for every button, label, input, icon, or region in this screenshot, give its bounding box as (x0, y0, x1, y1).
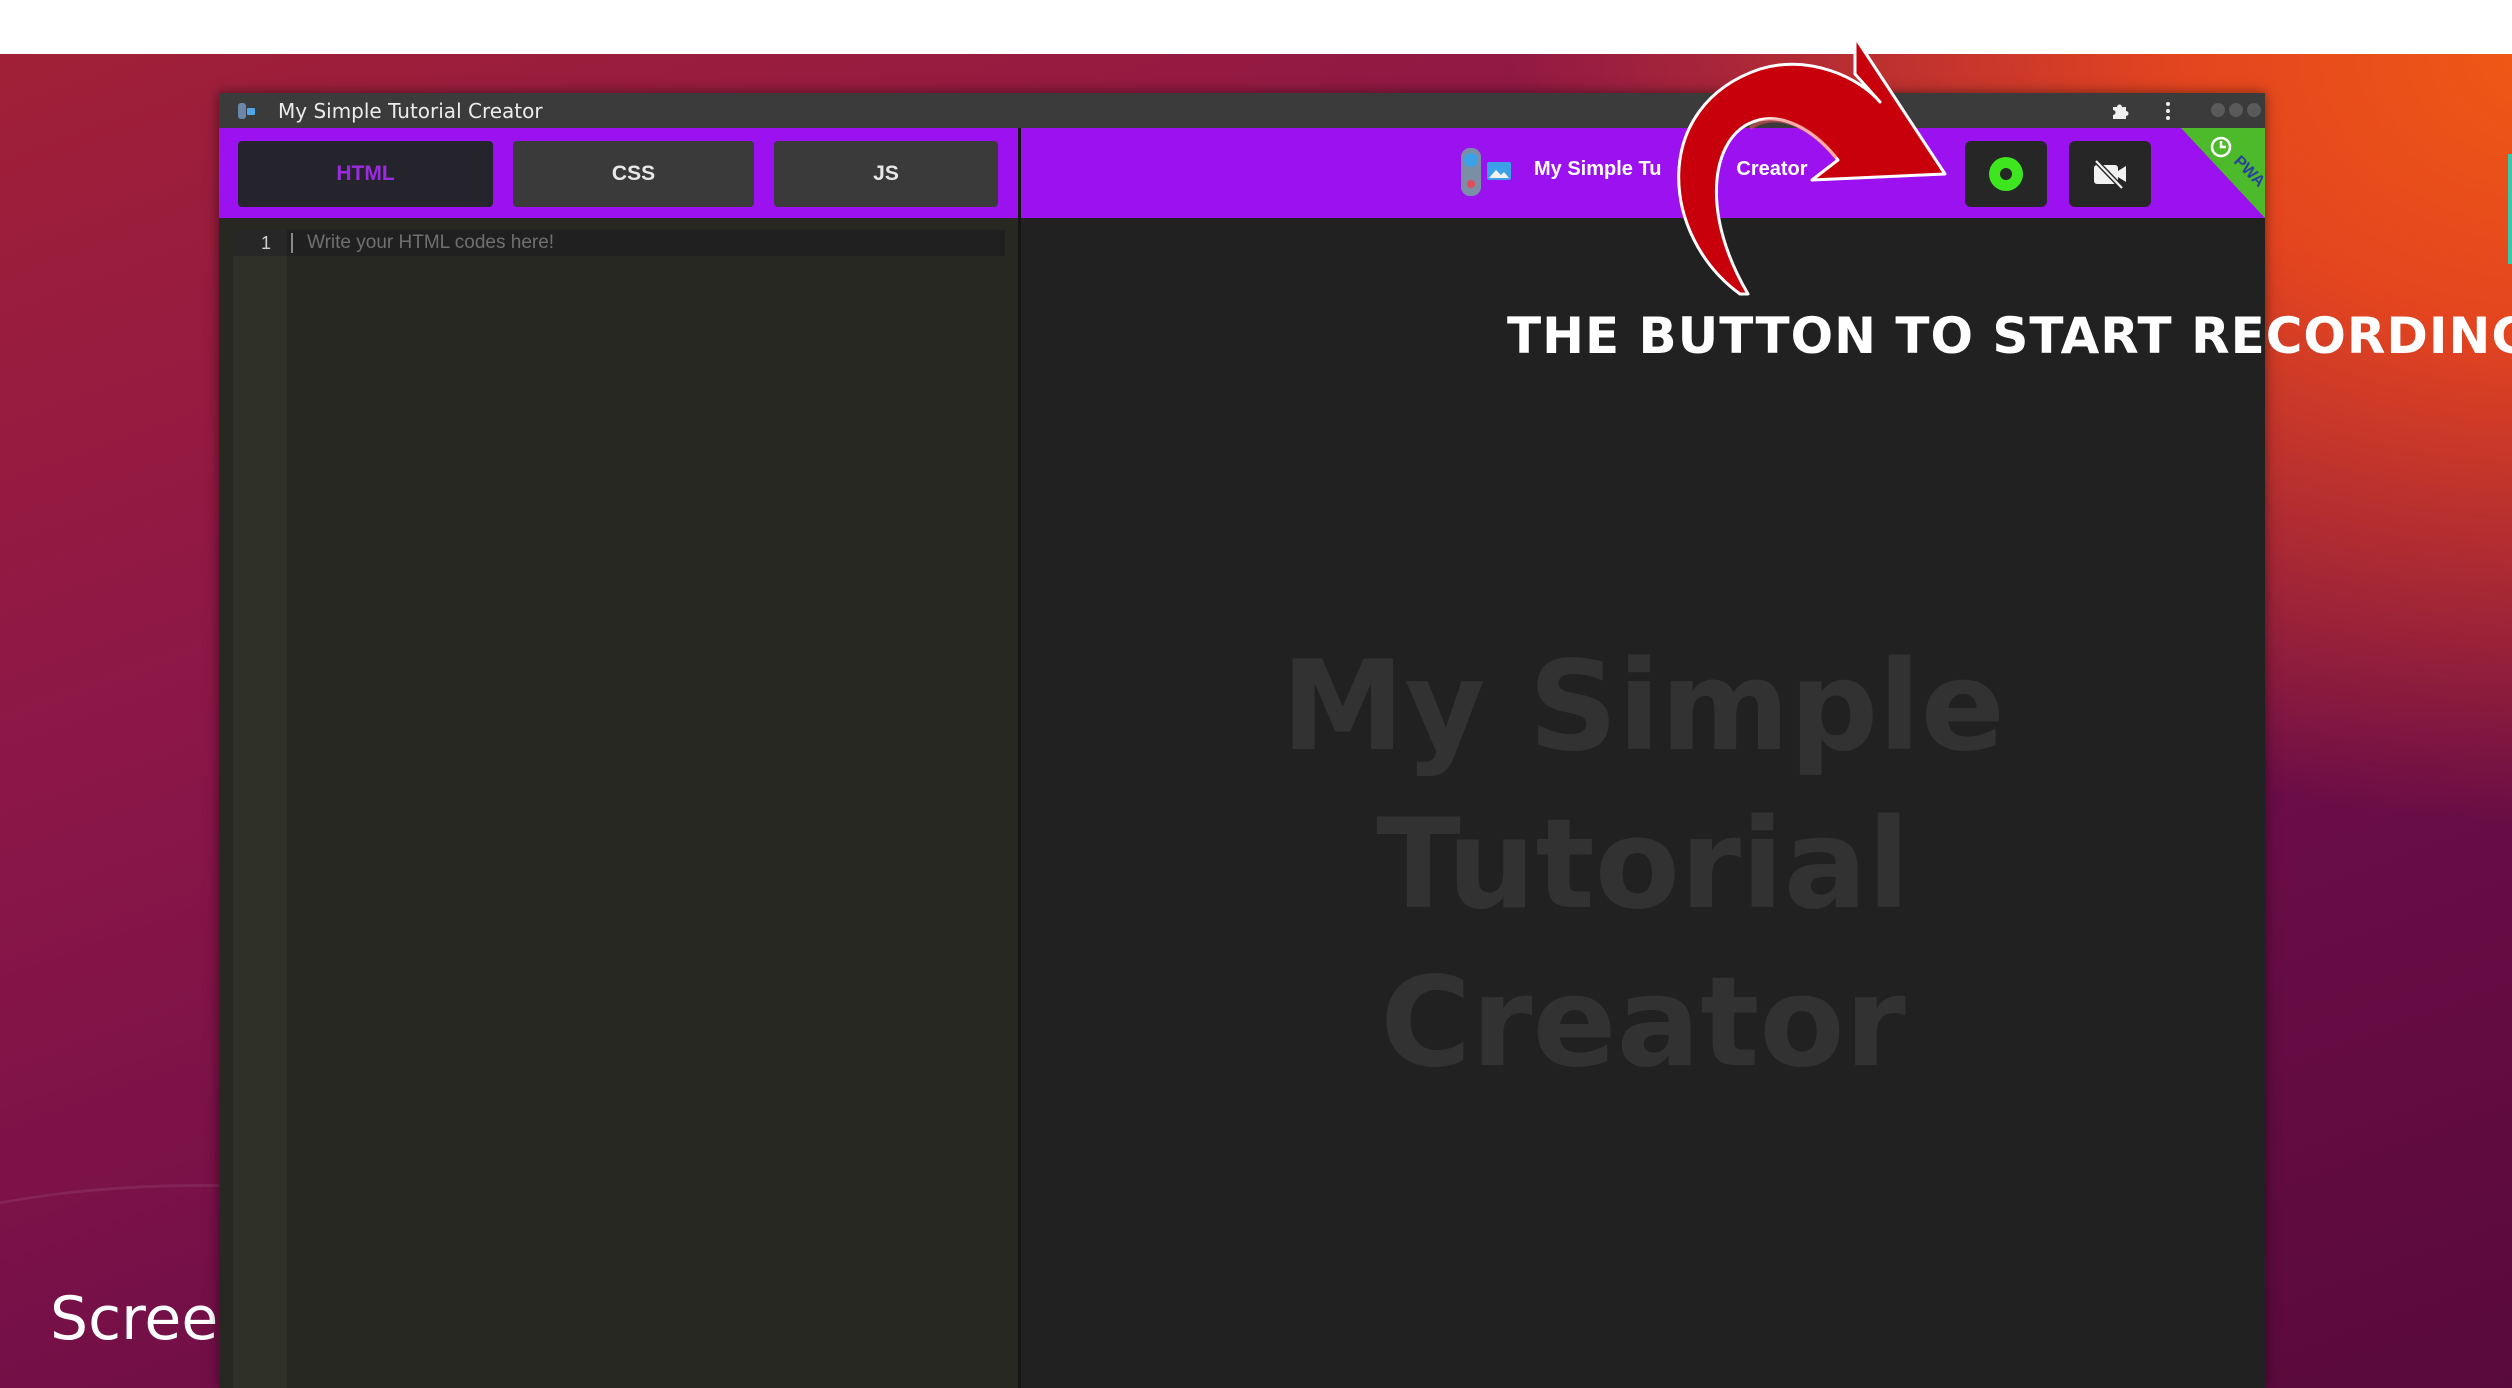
curved-arrow-annotation (1677, 35, 1947, 296)
minimize-button[interactable] (2211, 103, 2225, 117)
editor-placeholder: Write your HTML codes here! (307, 232, 555, 253)
kebab-menu-icon[interactable] (2156, 99, 2180, 123)
language-tab-bar: HTML CSS JS (219, 128, 1018, 218)
preview-watermark: My Simple Tutorial Creator (1021, 628, 2265, 1102)
dock-edge-indicator (2508, 154, 2512, 264)
line-gutter (233, 230, 287, 1388)
record-icon (1989, 157, 2023, 191)
tab-js[interactable]: JS (774, 141, 998, 207)
line-number: 1 (260, 233, 271, 253)
app-icon (238, 103, 255, 119)
code-editor[interactable]: 1 Write your HTML codes here! (233, 230, 1005, 1388)
maximize-button[interactable] (2229, 103, 2243, 117)
start-recording-button[interactable] (1965, 141, 2047, 207)
extension-puzzle-icon[interactable] (2109, 99, 2133, 123)
camera-off-icon (2094, 159, 2126, 190)
window-title: My Simple Tutorial Creator (278, 99, 543, 123)
app-logo-icon (1461, 148, 1511, 196)
camera-toggle-button[interactable] (2069, 141, 2151, 207)
pwa-badge: PWA (2181, 128, 2265, 218)
watermark-line-2: Creator (1380, 951, 1906, 1095)
annotation-caption: THE BUTTON TO START RECORDING (1507, 307, 2512, 365)
close-button[interactable] (2247, 103, 2261, 117)
text-cursor (291, 233, 293, 253)
code-pane: HTML CSS JS 1 Write your HTML codes here… (219, 128, 1018, 1388)
watermark-line-1: My Simple Tutorial (1281, 635, 2005, 937)
tab-css[interactable]: CSS (513, 141, 754, 207)
tab-html[interactable]: HTML (238, 141, 493, 207)
